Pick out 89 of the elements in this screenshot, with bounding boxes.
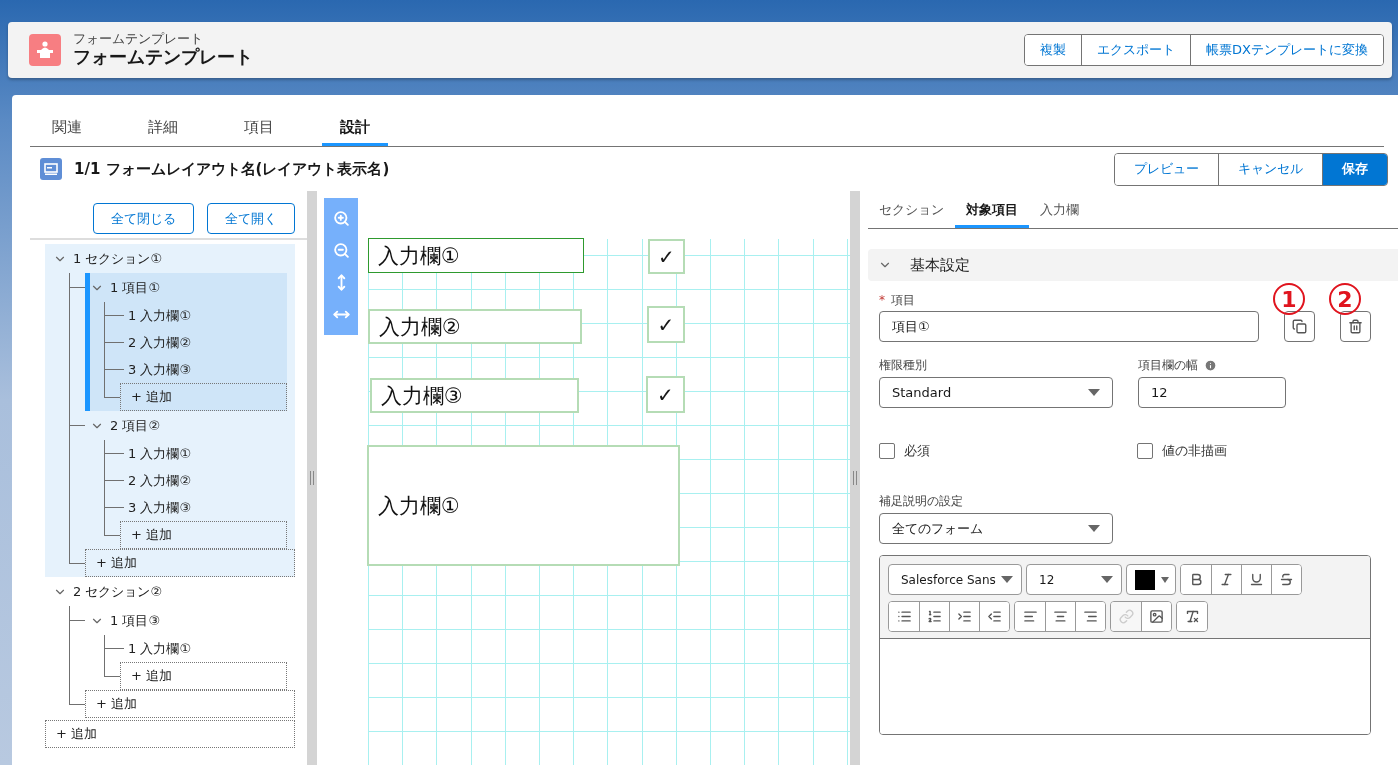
bullet-list-icon	[896, 609, 912, 624]
image-button[interactable]	[1141, 602, 1171, 631]
panel-tab[interactable]: セクション	[868, 194, 955, 228]
copy-icon	[1292, 319, 1307, 334]
align-left-icon	[1022, 609, 1038, 624]
select-field[interactable]: 全てのフォーム	[879, 513, 1113, 544]
select-field[interactable]: Standard	[879, 377, 1113, 408]
tree-item-label[interactable]: 1 項目③	[110, 611, 161, 630]
indent-icon	[957, 609, 972, 624]
font-select[interactable]: Salesforce Sans	[888, 564, 1022, 595]
clear-format-icon	[1184, 609, 1200, 624]
tree-section-label[interactable]: 2 セクション②	[73, 582, 163, 601]
tree-section[interactable]: 2 セクション② 1 項目③ 1 入力欄① + 追加 + 追加	[45, 577, 295, 718]
add-item-button[interactable]: + 追加	[85, 690, 295, 718]
layout-icon	[40, 158, 62, 180]
delete-icon	[1348, 319, 1363, 334]
tree-field-label[interactable]: 2 入力欄②	[128, 471, 192, 490]
checkbox[interactable]	[1137, 443, 1153, 459]
annotation-marker: 2	[1329, 283, 1361, 315]
add-item-button[interactable]: + 追加	[85, 549, 295, 577]
tree-toggle-button[interactable]: 全て閉じる	[93, 203, 194, 234]
record-tab[interactable]: 詳細	[130, 112, 196, 146]
record-title: フォームテンプレート	[73, 46, 254, 68]
align-right-button[interactable]	[1075, 602, 1105, 631]
tree-field-label[interactable]: 1 入力欄①	[128, 306, 192, 325]
align-right-icon	[1083, 609, 1098, 624]
object-icon	[29, 34, 61, 66]
copy-button[interactable]	[1284, 311, 1315, 342]
strikethrough-icon	[1279, 572, 1294, 587]
splitter-handle[interactable]	[307, 191, 317, 765]
canvas-field[interactable]: 入力欄①	[368, 238, 584, 273]
splitter-handle[interactable]	[850, 191, 860, 765]
tree-section[interactable]: 1 セクション① 1 項目① 1 入力欄① 2 入力欄② 3 入力欄③ + 追加 2 項目② 1 入力欄① 2 入力欄② 3 入力欄③ + 追加 + 追加	[45, 244, 295, 577]
clear-format-button[interactable]	[1177, 602, 1207, 631]
input-field[interactable]: 項目①	[879, 311, 1259, 342]
field-label: 項目欄の幅	[1138, 356, 1198, 374]
checkbox-label: 必須	[904, 442, 930, 460]
record-tab[interactable]: 項目	[226, 112, 292, 146]
checkbox[interactable]	[879, 443, 895, 459]
panel-tab[interactable]: 入力欄	[1029, 194, 1090, 228]
info-icon[interactable]	[1204, 358, 1217, 372]
checkbox-label: 値の非描画	[1162, 442, 1227, 460]
canvas-check-mark[interactable]: ✓	[648, 239, 685, 274]
add-field-button[interactable]: + 追加	[120, 521, 287, 549]
align-center-icon	[1053, 609, 1068, 624]
annotation-marker: 1	[1273, 283, 1305, 315]
field-label: 権限種別	[879, 356, 927, 374]
link-icon	[1118, 609, 1134, 624]
layout-title: 1/1 フォームレイアウト名(レイアウト表示名)	[74, 159, 391, 179]
canvas-field[interactable]: 入力欄③	[370, 378, 579, 413]
record-tab[interactable]: 設計	[322, 112, 388, 146]
tree-field-label[interactable]: 1 入力欄①	[128, 444, 192, 463]
tree-item[interactable]: 1 項目③ 1 入力欄① + 追加	[85, 606, 287, 690]
tree-field-label[interactable]: 3 入力欄③	[128, 498, 192, 517]
record-tab[interactable]: 関連	[34, 112, 100, 146]
tree-toggle-button[interactable]: 全て開く	[207, 203, 295, 234]
object-label: フォームテンプレート	[73, 32, 204, 46]
header-action-button[interactable]: 帳票DXテンプレートに変換	[1190, 35, 1383, 65]
strikethrough-button[interactable]	[1271, 565, 1301, 594]
size-select[interactable]: 12	[1026, 564, 1122, 595]
add-field-button[interactable]: + 追加	[120, 662, 287, 690]
field-label: 補足説明の設定	[879, 492, 963, 510]
tree-section-label[interactable]: 1 セクション①	[73, 249, 163, 268]
tree-item[interactable]: 2 項目② 1 入力欄① 2 入力欄② 3 入力欄③ + 追加	[85, 411, 287, 549]
tree-item-label[interactable]: 2 項目②	[110, 416, 161, 435]
underline-icon	[1249, 572, 1264, 587]
tree-item[interactable]: 1 項目① 1 入力欄① 2 入力欄② 3 入力欄③ + 追加	[85, 273, 287, 411]
delete-button[interactable]	[1340, 311, 1371, 342]
tree-field-label[interactable]: 3 入力欄③	[128, 360, 192, 379]
numbered-list-icon	[927, 609, 942, 624]
tree-field-label[interactable]: 2 入力欄②	[128, 333, 192, 352]
field-label: * 項目	[879, 291, 915, 309]
add-field-button[interactable]: + 追加	[120, 383, 287, 411]
tree-field-label[interactable]: 1 入力欄①	[128, 639, 192, 658]
outdent-icon	[987, 609, 1002, 624]
canvas-check-mark[interactable]: ✓	[646, 376, 685, 413]
add-section-button[interactable]: + 追加	[45, 720, 295, 748]
accordion-header[interactable]: 基本設定	[868, 249, 1398, 281]
save-button[interactable]: 保存	[1322, 153, 1387, 185]
tree-item-label[interactable]: 1 項目①	[110, 278, 161, 297]
canvas-text-area[interactable]: 入力欄①	[367, 445, 680, 566]
image-icon	[1149, 609, 1164, 624]
input-field[interactable]: 12	[1138, 377, 1286, 408]
color-picker[interactable]	[1126, 564, 1176, 595]
panel-tab[interactable]: 対象項目	[955, 194, 1029, 228]
outdent-button[interactable]	[979, 602, 1009, 631]
italic-icon	[1219, 572, 1234, 587]
canvas-field[interactable]: 入力欄②	[368, 309, 582, 344]
canvas-check-mark[interactable]: ✓	[647, 306, 685, 343]
